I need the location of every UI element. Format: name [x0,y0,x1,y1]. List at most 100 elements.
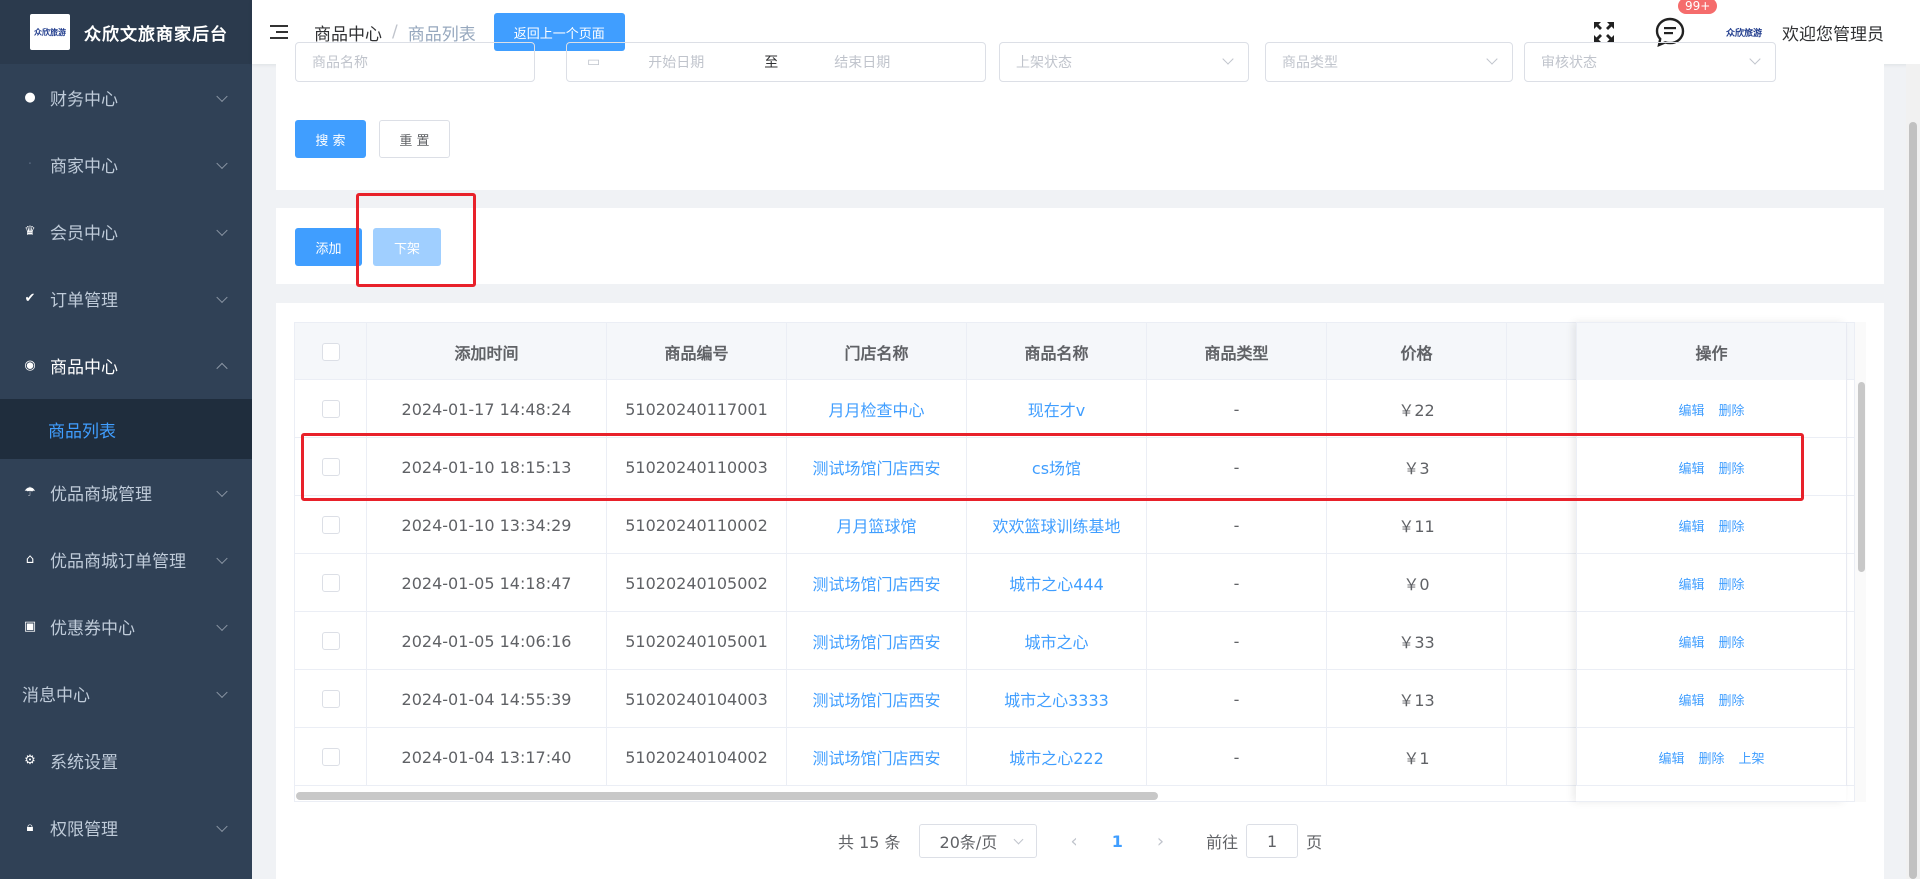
table-horizontal-scrollbar[interactable] [296,792,1158,800]
cell-hidden [1507,380,1577,438]
cell-goods-name-link[interactable]: 城市之心222 [967,728,1147,786]
cell-goods-name-link[interactable]: 城市之心444 [967,554,1147,612]
row-checkbox[interactable] [321,516,340,534]
sidebar-item-mall-orders[interactable]: ⌂ 优品商城订单管理 [0,526,252,593]
sidebar-subitem-goods-list[interactable]: 商品列表 [0,399,252,459]
table-vertical-scrollbar[interactable] [1854,322,1866,802]
chevron-up-icon [216,362,228,374]
scroll-thumb[interactable] [1858,382,1865,572]
page-number-current[interactable]: 1 [1112,832,1123,851]
delete-link[interactable]: 删除 [1719,574,1745,593]
sidebar-item-finance[interactable]: ● 财务中心 [0,64,252,131]
money-bag-icon: ● [24,90,36,105]
table-row: 2024-01-04 13:17:40 51020240104002 测试场馆门店西… [295,728,1866,786]
start-date-input[interactable]: 开始日期 [648,52,704,72]
add-button[interactable]: 添加 [295,228,362,266]
sidebar-item-permissions[interactable]: 🔒︎ 权限管理 [0,794,252,861]
goto-page-input[interactable]: 1 [1246,824,1299,858]
cell-type: - [1147,670,1327,728]
row-checkbox[interactable] [321,400,340,418]
row-checkbox[interactable] [321,574,340,592]
page-scrollbar[interactable] [1906,64,1920,879]
next-page-icon[interactable]: › [1157,831,1164,852]
logo-text: 众欣旅游 [34,27,66,37]
cell-store-link[interactable]: 月月检查中心 [787,380,967,438]
edit-link[interactable]: 编辑 [1678,574,1704,593]
cell-store-link[interactable]: 月月篮球馆 [787,496,967,554]
search-button[interactable]: 搜 索 [295,120,366,158]
listing-status-select[interactable]: 上架状态 [999,42,1249,82]
delete-link[interactable]: 删除 [1719,690,1745,709]
row-checkbox[interactable] [321,632,340,650]
date-range-picker[interactable]: ▭ 开始日期 至 结束日期 [566,42,986,82]
welcome-text[interactable]: 欢迎您管理员 [1782,20,1884,45]
table-row: 2024-01-10 13:34:29 51020240110002 月月篮球馆 欢欢… [295,496,1866,554]
pagination: 共 15 条 20条/页 ‹ 1 › 前往 1 页 [838,823,1322,859]
review-status-select[interactable]: 审核状态 [1524,42,1776,82]
end-date-input[interactable]: 结束日期 [834,52,890,72]
column-header: 商品编号 [607,323,787,380]
prev-page-icon[interactable]: ‹ [1071,831,1078,852]
edit-link[interactable]: 编辑 [1658,748,1684,767]
breadcrumb-item[interactable]: 商品中心 [314,20,382,45]
cell-store-link[interactable]: 测试场馆门店西安 [787,728,967,786]
delete-link[interactable]: 删除 [1719,632,1745,651]
sidebar-item-label: 权限管理 [50,820,118,840]
cell-store-link[interactable]: 测试场馆门店西安 [787,670,967,728]
cell-goods-name-link[interactable]: 城市之心3333 [967,670,1147,728]
cell-actions: 编辑 删除 [1577,670,1847,728]
goods-type-select[interactable]: 商品类型 [1265,42,1513,82]
pagination-total: 共 15 条 [838,833,901,852]
sidebar-item-orders[interactable]: ✔ 订单管理 [0,265,252,332]
sidebar-item-settings[interactable]: ⚙ 系统设置 [0,727,252,794]
select-all-checkbox[interactable] [321,342,340,361]
cell-time: 2024-01-04 14:55:39 [367,670,607,728]
sidebar-item-merchant[interactable]: · 商家中心 [0,131,252,198]
sidebar-item-member[interactable]: ♛ 会员中心 [0,198,252,265]
edit-link[interactable]: 编辑 [1678,400,1704,419]
row-select-cell [295,496,367,554]
chevron-down-icon [1749,53,1761,65]
goods-name-input[interactable]: 商品名称 [295,42,535,82]
cell-goods-name-link[interactable]: 欢欢篮球训练基地 [967,496,1147,554]
sidebar-item-label: 优品商城管理 [50,485,152,505]
cell-goods-name-link[interactable]: 城市之心 [967,612,1147,670]
table-row: 2024-01-05 14:18:47 51020240105002 测试场馆门店西… [295,554,1866,612]
goods-table: 添加时间 商品编号 门店名称 商品名称 商品类型 价格 操作 2024-01-1… [294,322,1866,802]
cell-store-link[interactable]: 测试场馆门店西安 [787,554,967,612]
delete-link[interactable]: 删除 [1719,400,1745,419]
row-checkbox[interactable] [321,690,340,708]
cell-price: ￥11 [1327,496,1507,554]
chevron-down-icon [1486,53,1498,65]
cell-goods-name-link[interactable]: 现在才v [967,380,1147,438]
cell-code: 51020240104003 [607,670,787,728]
row-select-cell [295,670,367,728]
edit-link[interactable]: 编辑 [1678,632,1704,651]
sidebar-item-coupons[interactable]: ▣ 优惠券中心 [0,593,252,660]
chevron-down-icon [216,485,228,497]
delete-link[interactable]: 删除 [1719,516,1745,535]
sidebar-item-mall[interactable]: ☂ 优品商城管理 [0,459,252,526]
table-row: 2024-01-05 14:06:16 51020240105001 测试场馆门店西… [295,612,1866,670]
sidebar-item-label: 会员中心 [50,224,118,244]
row-checkbox[interactable] [321,748,340,766]
cell-store-link[interactable]: 测试场馆门店西安 [787,612,967,670]
reset-button[interactable]: 重 置 [379,120,450,158]
column-header: 商品名称 [967,323,1147,380]
sidebar-item-messages[interactable]: 消息中心 [0,660,252,727]
page-size-select[interactable]: 20条/页 [918,824,1037,858]
row-select-cell [295,612,367,670]
sidebar-item-goods[interactable]: ◉ 商品中心 [0,332,252,399]
list-link[interactable]: 上架 [1739,748,1765,767]
fullscreen-icon[interactable] [1592,20,1616,44]
cell-price: ￥13 [1327,670,1507,728]
edit-link[interactable]: 编辑 [1678,690,1704,709]
date-range-separator: 至 [764,55,779,71]
page-scroll-thumb[interactable] [1909,122,1917,879]
cell-code: 51020240117001 [607,380,787,438]
delete-link[interactable]: 删除 [1698,748,1724,767]
menu-toggle-icon[interactable] [270,23,292,41]
edit-link[interactable]: 编辑 [1678,516,1704,535]
column-header: 商品类型 [1147,323,1327,380]
cell-hidden [1507,728,1577,786]
